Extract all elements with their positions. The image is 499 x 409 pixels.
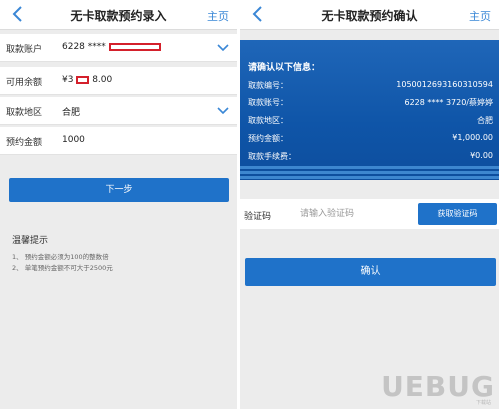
chevron-down-icon[interactable] [217, 106, 229, 116]
info-panel-stripes [240, 166, 499, 180]
chevron-down-icon[interactable] [217, 43, 229, 53]
info-label-amount: 预约金额： [248, 134, 288, 143]
home-link[interactable]: 主页 [469, 8, 491, 24]
balance-suffix: 8.00 [92, 75, 113, 85]
balance-label: 可用余额 [6, 78, 43, 88]
redaction-mark [76, 75, 90, 84]
redaction-mark [108, 42, 161, 51]
page-title: 无卡取款预约确认 [321, 9, 418, 23]
info-label-serial: 取款编号： [248, 81, 288, 90]
info-value-amount: ¥1,000.00 [452, 133, 493, 142]
reservation-entry-screen: 无卡取款预约录入 主页 取款账户 6228 **** 可用余额 ¥3 8.00 … [0, 0, 237, 409]
account-number: 6228 **** [62, 42, 106, 52]
reservation-confirm-screen: 无卡取款预约确认 主页 请确认以下信息： 取款编号： 1050012693160… [240, 0, 499, 409]
info-value-fee: ¥0.00 [470, 151, 493, 160]
tips-title: 温馨提示 [12, 236, 49, 246]
top-nav-bar: 无卡取款预约确认 主页 [240, 0, 499, 30]
region-row[interactable]: 取款地区 合肥 [0, 97, 237, 125]
info-label-account: 取款账号： [248, 98, 288, 107]
info-heading: 请确认以下信息： [248, 63, 321, 73]
region-label: 取款地区 [6, 108, 43, 118]
info-value-region: 合肥 [477, 116, 493, 125]
get-code-button[interactable]: 获取验证码 [418, 203, 497, 225]
info-value-account: 6228 **** 3720/蔡婷婷 [404, 98, 494, 107]
confirm-button[interactable]: 确认 [245, 258, 496, 286]
amount-row[interactable]: 预约金额 1000 [0, 127, 237, 155]
page-title: 无卡取款预约录入 [70, 9, 167, 23]
next-step-button[interactable]: 下一步 [9, 178, 229, 202]
captcha-input[interactable] [300, 204, 410, 224]
tip-item: 1、 预约金额必须为100的整数倍 [12, 253, 109, 261]
captcha-label: 验证码 [244, 212, 272, 222]
amount-input[interactable]: 1000 [62, 135, 85, 145]
account-label: 取款账户 [6, 45, 43, 55]
amount-label: 预约金额 [6, 138, 43, 148]
account-value: 6228 **** [62, 42, 161, 52]
tip-item: 2、 单笔预约金额不可大于2500元 [12, 264, 113, 272]
top-nav-bar: 无卡取款预约录入 主页 [0, 0, 237, 30]
site-watermark-sub: 下载站 [475, 400, 491, 406]
balance-value: ¥3 8.00 [62, 75, 112, 85]
account-row[interactable]: 取款账户 6228 **** [0, 34, 237, 62]
balance-prefix: ¥3 [62, 75, 74, 85]
info-label-region: 取款地区： [248, 116, 288, 125]
home-link[interactable]: 主页 [207, 8, 229, 24]
info-label-fee: 取款手续费： [248, 152, 296, 161]
region-value: 合肥 [62, 108, 81, 118]
balance-row: 可用余额 ¥3 8.00 [0, 67, 237, 95]
info-value-serial: 1050012693160310594 [396, 80, 493, 89]
